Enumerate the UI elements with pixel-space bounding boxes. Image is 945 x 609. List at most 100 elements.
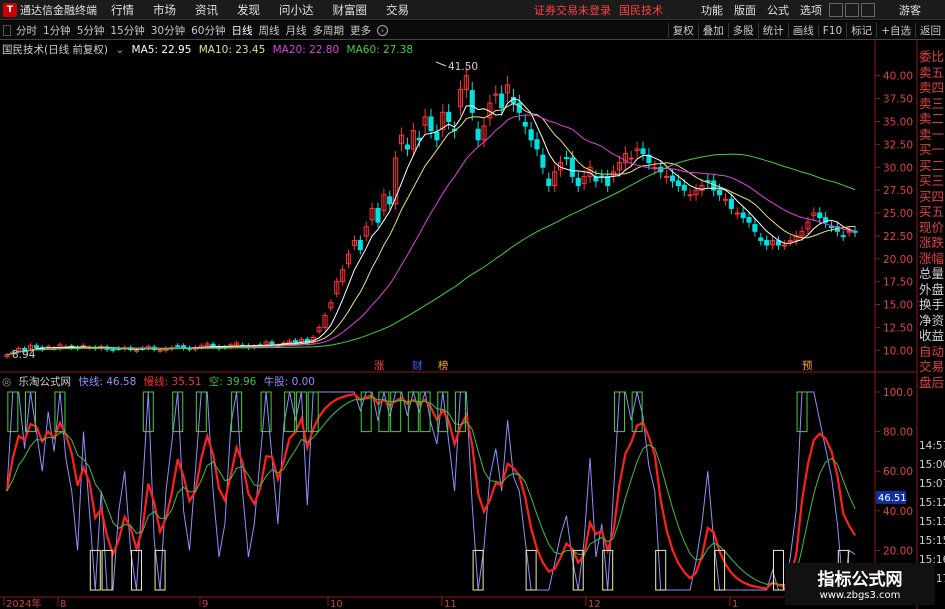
watermark-line2: www.zbgs3.com — [819, 590, 901, 601]
menu-item-discover[interactable]: 发现 — [237, 2, 260, 18]
guest-user-button[interactable]: 游客 — [899, 2, 921, 18]
legend-empty: 空: 39.96 — [208, 376, 257, 388]
chart-area[interactable]: 40.00 37.50 35.00 32.50 30.00 27.50 25.00 22.50… — [0, 40, 945, 609]
period-tab-daily[interactable]: 日线 — [229, 23, 256, 38]
menu-item-exchange[interactable]: 市场 — [153, 2, 176, 18]
menu-item-wealth[interactable]: 财富圈 — [333, 2, 368, 18]
candle-body — [746, 217, 752, 223]
price-axis-label: 35.00 — [883, 116, 913, 128]
overlay-button[interactable]: 叠加 — [697, 23, 728, 38]
period-tab-more[interactable]: 更多 — [347, 23, 374, 38]
period-tab-multi[interactable]: 多周期 — [310, 23, 348, 38]
candle-body — [475, 128, 481, 141]
price-axis: 40.00 37.50 35.00 32.50 30.00 27.50 25.00 22.50… — [875, 71, 913, 357]
menu-item-ask[interactable]: 问小达 — [279, 2, 314, 18]
moving-average-lines: 41.50 8.94 — [6, 61, 856, 361]
price-axis-label: 30.00 — [883, 162, 913, 174]
current-stock-name: 国民技术 — [619, 3, 663, 17]
period-tab-weekly[interactable]: 周线 — [256, 23, 283, 38]
indicator-axis-label: 20.00 — [883, 545, 913, 557]
adjust-button[interactable]: 复权 — [667, 23, 698, 38]
candle-body — [628, 157, 634, 160]
window-controls — [829, 2, 877, 17]
indicator-axis-label: 40.00 — [883, 506, 913, 518]
window-icon-2[interactable] — [845, 2, 859, 17]
legend-ma60: MA60: 27.38 — [346, 44, 414, 56]
candle-body — [846, 230, 852, 233]
buy-signal-box — [525, 549, 537, 591]
event-mark: 预 — [802, 360, 813, 372]
time-axis-label: 12 — [588, 599, 601, 609]
candle-body — [175, 345, 181, 348]
legend-ma5: MA5: 22.95 — [131, 44, 192, 56]
indicator-axis-label: 80.00 — [883, 427, 913, 439]
chart-title: 国民技术(日线 前复权) — [2, 44, 109, 56]
legend-slow: 慢线: 35.51 — [143, 376, 202, 388]
period-tab-15min[interactable]: 15分钟 — [107, 23, 147, 38]
menu-item-formula[interactable]: 公式 — [767, 2, 789, 18]
menu-item-layout[interactable]: 版面 — [734, 2, 756, 18]
toolbar-box-icon[interactable] — [3, 24, 11, 36]
fast-line — [6, 390, 856, 591]
candle-body — [781, 244, 787, 247]
price-axis-label: 15.00 — [883, 300, 913, 312]
window-icon-3[interactable] — [861, 2, 875, 17]
candle-body — [133, 349, 140, 352]
time-axis-label: 9 — [202, 599, 208, 609]
main-chart-legend: 国民技术(日线 前复权) ⌄ MA5: 22.95 MA10: 23.45 MA… — [2, 42, 417, 57]
period-tab-5min[interactable]: 5分钟 — [74, 23, 108, 38]
mark-button[interactable]: 标记 — [846, 23, 876, 38]
candle-body — [752, 224, 758, 232]
add-watchlist-button[interactable]: +自选 — [876, 23, 915, 38]
stats-button[interactable]: 统计 — [757, 23, 788, 38]
sell-signal-box — [407, 391, 419, 433]
menu-item-trade[interactable]: 交易 — [386, 2, 409, 18]
indicator-legend: ◎ 乐淘公式网 快线: 46.58 慢线: 35.51 空: 39.96 牛股:… — [2, 374, 319, 389]
f10-button[interactable]: F10 — [817, 24, 846, 37]
candle-body — [534, 139, 540, 150]
indicator-axis-label: 100.0 — [883, 387, 913, 399]
sell-signal-box — [378, 391, 390, 433]
menu-item-function[interactable]: 功能 — [701, 2, 723, 18]
candle-body — [740, 212, 746, 219]
price-high-mark: 41.50 — [448, 61, 478, 73]
price-low-mark: 8.94 — [12, 349, 36, 361]
indicator-axis: 100.0 80.00 60.00 40.00 20.00 46.51 — [875, 387, 913, 557]
candle-body — [33, 345, 39, 349]
price-axis-label: 40.00 — [883, 71, 913, 83]
gear-icon[interactable]: ◎ — [2, 376, 11, 388]
menu-item-options[interactable]: 选项 — [800, 2, 822, 18]
price-axis-label: 27.50 — [883, 185, 913, 197]
price-axis-label: 37.50 — [883, 94, 913, 106]
watermark-line1: 指标公式网 — [817, 570, 903, 590]
price-axis-label: 10.00 — [883, 345, 913, 357]
period-tab-30min[interactable]: 30分钟 — [148, 23, 188, 38]
candle-body — [828, 226, 835, 229]
period-tab-monthly[interactable]: 月线 — [283, 23, 310, 38]
candle-body — [110, 348, 116, 351]
price-high-pointer — [435, 61, 447, 67]
menu-item-news[interactable]: 资讯 — [195, 2, 218, 18]
candle-body — [269, 341, 275, 345]
watermark: 指标公式网 www.zbgs3.com — [785, 563, 935, 605]
period-tab-intraday[interactable]: 分时 — [13, 23, 40, 38]
back-button[interactable]: 返回 — [915, 23, 945, 38]
indicator-title: 乐淘公式网 — [18, 376, 72, 388]
candle-body — [404, 144, 411, 150]
trade-login-warning[interactable]: 证券交易未登录 — [534, 2, 611, 18]
chevron-down-icon[interactable]: ⌄ — [115, 44, 124, 56]
indicator-lines — [5, 390, 857, 591]
candle-body — [499, 93, 505, 109]
draw-button[interactable]: 画线 — [787, 23, 818, 38]
window-icon-1[interactable] — [829, 2, 843, 17]
multi-stock-button[interactable]: 多股 — [727, 23, 758, 38]
menu-item-market[interactable]: 行情 — [111, 2, 134, 18]
candle-body — [640, 148, 646, 155]
candle-body — [722, 198, 729, 201]
period-tab-1min[interactable]: 1分钟 — [40, 23, 74, 38]
period-tab-60min[interactable]: 60分钟 — [188, 23, 228, 38]
time-axis-label: 8 — [60, 599, 66, 609]
chevron-right-icon[interactable]: › — [377, 24, 388, 36]
time-axis-label: 10 — [330, 599, 343, 609]
event-mark: 涨 — [374, 360, 385, 372]
